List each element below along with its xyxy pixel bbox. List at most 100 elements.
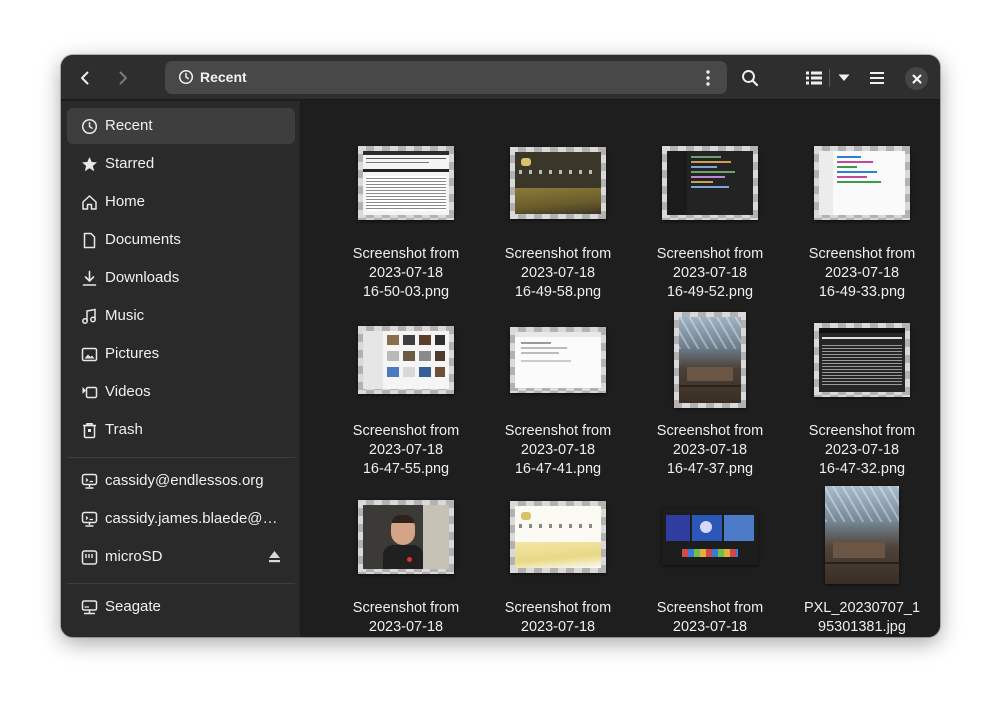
file-name: Screenshot from 2023-07-18 16-47-55.png	[352, 423, 460, 477]
thumbnail-frame	[634, 483, 786, 591]
forward-button[interactable]	[107, 62, 139, 94]
sidebar-item-microsd[interactable]: microSD	[67, 539, 295, 575]
file-item[interactable]: Screenshot from 2023-07-18 16-47-27.png	[330, 483, 482, 637]
headerbar: Recent	[61, 55, 940, 100]
online-account-icon	[81, 473, 98, 489]
search-button[interactable]	[734, 62, 766, 94]
sidebar-item-label: Trash	[105, 421, 143, 438]
file-name: Screenshot from 2023-07-18 16-47-37.png	[656, 423, 764, 477]
file-item[interactable]: Screenshot from 2023-07-18 16-49-33.png	[786, 129, 938, 300]
sidebar-item-recent[interactable]: Recent	[67, 108, 295, 144]
back-button[interactable]	[69, 62, 101, 94]
file-name: PXL_20230707_1 95301381.jpg	[803, 600, 921, 635]
clock-icon	[81, 118, 98, 135]
thumbnail-frame	[786, 306, 938, 414]
file-item[interactable]: PXL_20230707_1 95301381.jpg	[786, 483, 938, 637]
file-thumbnail	[358, 326, 454, 394]
file-item[interactable]: Screenshot from 2023-07-18 16-49-52.png	[634, 129, 786, 300]
thumbnail-frame	[786, 483, 938, 591]
close-icon	[912, 74, 921, 83]
music-icon	[82, 308, 96, 324]
sidebar: Recent Starred Home Documents Downloads …	[61, 101, 301, 637]
thumbnail-frame	[482, 483, 634, 591]
file-name: Screenshot from 2023-07-18 16-50-03.png	[352, 246, 460, 300]
sidebar-item-seagate[interactable]: Seagate	[67, 589, 295, 625]
sidebar-item-label: Music	[105, 307, 145, 324]
file-item[interactable]: Screenshot from 2023-07-18 16-47-41.png	[482, 306, 634, 477]
view-options-dropdown[interactable]	[830, 62, 857, 94]
go-previous-icon	[81, 71, 89, 85]
sidebar-item-pictures[interactable]: Pictures	[67, 336, 295, 372]
sidebar-item-account-endless[interactable]: cassidy@endlessos.org	[67, 463, 295, 499]
sidebar-item-home[interactable]: Home	[67, 184, 295, 220]
sidebar-item-label: microSD	[105, 548, 163, 565]
files-window: Recent Recent Starred Home Documents Dow…	[61, 55, 940, 637]
sidebar-item-label: Pictures	[105, 345, 160, 362]
picture-icon	[81, 347, 98, 362]
sidebar-item-label: Recent	[105, 117, 153, 134]
main-menu-button[interactable]	[861, 62, 893, 94]
star-icon	[82, 157, 97, 172]
view-switcher	[799, 62, 857, 94]
file-thumbnail	[358, 500, 454, 574]
file-name: Screenshot from 2023-07-18 16-47-41.png	[504, 423, 612, 477]
location-menu-button[interactable]	[695, 64, 721, 91]
location-label[interactable]: Recent	[200, 69, 247, 85]
sidebar-item-label: Downloads	[105, 269, 180, 286]
file-item[interactable]: Screenshot from 2023-07-18 16-47-32.png	[786, 306, 938, 477]
list-view-button[interactable]	[799, 62, 829, 94]
thumbnail-frame	[330, 306, 482, 414]
file-thumbnail	[825, 486, 899, 584]
sidebar-separator	[67, 457, 295, 458]
sidebar-item-music[interactable]: Music	[67, 298, 295, 334]
sidebar-item-label: Documents	[105, 231, 181, 248]
sidebar-item-label: cassidy@endlessos.org	[105, 472, 264, 489]
file-thumbnail	[814, 323, 910, 397]
thumbnail-frame	[482, 129, 634, 237]
sidebar-separator	[67, 583, 295, 584]
thumbnail-frame	[482, 306, 634, 414]
file-name: Screenshot from 2023-07-18 16-49-52.png	[656, 246, 764, 300]
file-item[interactable]: Screenshot from 2023-07-18 16-49-58.png	[482, 129, 634, 300]
file-item[interactable]: Screenshot from 2023-07-18 16-47-14.png	[482, 483, 634, 637]
file-grid: Screenshot from 2023-07-18 16-50-03.png …	[302, 101, 940, 637]
file-thumbnail	[814, 146, 910, 220]
sidebar-item-downloads[interactable]: Downloads	[67, 260, 295, 296]
sidebar-item-documents[interactable]: Documents	[67, 222, 295, 258]
network-drive-icon	[81, 600, 98, 615]
sd-card-icon	[81, 550, 98, 565]
file-item[interactable]: Screenshot from 2023-07-18 16-45-23.png	[634, 483, 786, 637]
thumbnail-frame	[786, 129, 938, 237]
file-item[interactable]: Screenshot from 2023-07-18 16-50-03.png	[330, 129, 482, 300]
sidebar-item-account-gmail[interactable]: cassidy.james.blaede@…	[67, 501, 295, 537]
eject-icon[interactable]	[266, 548, 283, 565]
thumbnail-frame	[634, 306, 786, 414]
file-thumbnail	[662, 509, 758, 565]
file-name: Screenshot from 2023-07-18 16-47-14.png	[504, 600, 612, 635]
file-item[interactable]: Screenshot from 2023-07-18 16-47-55.png	[330, 306, 482, 477]
file-thumbnail	[662, 146, 758, 220]
file-item[interactable]: Screenshot from 2023-07-18 16-47-37.png	[634, 306, 786, 477]
file-name: Screenshot from 2023-07-18 16-47-27.png	[352, 600, 460, 635]
sidebar-item-label: Seagate	[105, 598, 161, 615]
video-icon	[82, 386, 98, 399]
search-icon	[742, 70, 759, 87]
close-button[interactable]	[905, 67, 928, 90]
location-bar[interactable]: Recent	[165, 61, 727, 94]
list-view-icon	[806, 71, 822, 85]
file-name: Screenshot from 2023-07-18 16-49-33.png	[808, 246, 916, 300]
sidebar-item-videos[interactable]: Videos	[67, 374, 295, 410]
online-account-icon	[81, 511, 98, 527]
sidebar-item-starred[interactable]: Starred	[67, 146, 295, 182]
hamburger-menu-icon	[870, 72, 884, 84]
home-icon	[82, 195, 97, 210]
vertical-dots-icon	[706, 69, 710, 86]
file-name: Screenshot from 2023-07-18 16-47-32.png	[808, 423, 916, 477]
sidebar-item-trash[interactable]: Trash	[67, 412, 295, 448]
file-thumbnail	[510, 147, 606, 219]
file-thumbnail	[674, 312, 746, 408]
file-name: Screenshot from 2023-07-18 16-45-23.png	[656, 600, 764, 635]
clock-icon	[178, 69, 194, 85]
thumbnail-frame	[634, 129, 786, 237]
sidebar-item-label: Home	[105, 193, 146, 210]
